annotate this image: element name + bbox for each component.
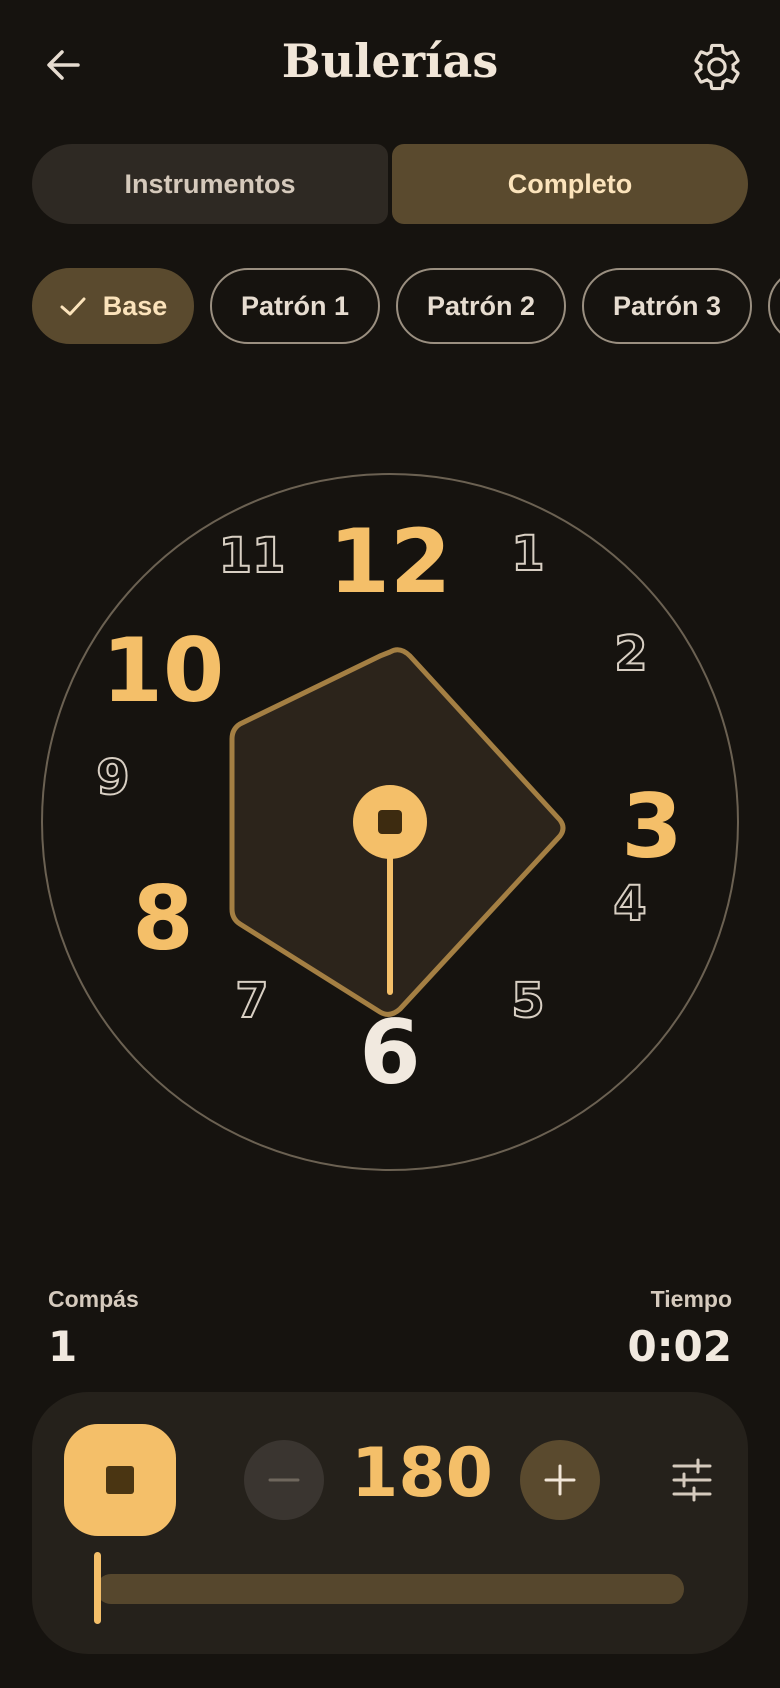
progress-track[interactable]	[96, 1574, 684, 1604]
tab-instrumentos-label: Instrumentos	[124, 168, 296, 199]
increase-tempo-button[interactable]	[520, 1440, 600, 1520]
tab-completo-label: Completo	[507, 168, 633, 199]
stop-icon	[106, 1466, 134, 1494]
compas-clock: 12 1 2 3 4 5 6 7 8 9 10 11	[41, 473, 739, 1171]
chip-patron-2[interactable]: Patrón 2	[396, 268, 566, 344]
page-title: Bulerías	[281, 34, 499, 88]
playback-panel: 180	[32, 1392, 748, 1654]
decrease-tempo-button[interactable]	[244, 1440, 324, 1520]
tune-sliders-icon	[672, 1458, 712, 1502]
tab-completo[interactable]: Completo	[392, 144, 748, 224]
plus-icon	[544, 1464, 576, 1496]
chip-patron-1[interactable]: Patrón 1	[210, 268, 380, 344]
clock-hub-square	[378, 810, 402, 834]
clock-number-12: 12	[329, 510, 451, 613]
tempo-value: 180	[351, 1434, 493, 1513]
progress-handle[interactable]	[94, 1552, 101, 1624]
check-icon	[60, 297, 86, 316]
tiempo-label: Tiempo	[650, 1286, 732, 1312]
gear-icon	[694, 43, 740, 91]
stop-button[interactable]	[64, 1424, 176, 1536]
tune-button[interactable]	[668, 1456, 716, 1504]
chip-next[interactable]	[768, 268, 780, 344]
clock-number-3: 3	[621, 775, 682, 878]
clock-number-9: 9	[96, 750, 129, 806]
clock-number-10: 10	[102, 619, 224, 722]
clock-number-2: 2	[614, 626, 647, 682]
chip-patron-1-label: Patrón 1	[240, 290, 350, 321]
clock-number-7: 7	[235, 973, 268, 1029]
tiempo-value: 0:02	[627, 1322, 732, 1371]
chip-patron-2-label: Patrón 2	[426, 290, 536, 321]
clock-number-1: 1	[511, 526, 544, 582]
chip-base[interactable]: Base	[32, 268, 194, 344]
clock-number-8: 8	[132, 867, 193, 970]
tab-instrumentos[interactable]: Instrumentos	[32, 144, 388, 224]
compas-value: 1	[48, 1322, 78, 1371]
compas-label: Compás	[48, 1286, 139, 1312]
minus-icon	[268, 1478, 300, 1482]
clock-number-6: 6	[359, 1001, 420, 1104]
chip-base-label: Base	[102, 290, 168, 321]
clock-number-11: 11	[219, 528, 286, 584]
pattern-chip-row: Base Patrón 1 Patrón 2 Patrón 3	[32, 268, 780, 348]
clock-number-5: 5	[511, 973, 544, 1029]
top-app-bar: Bulerías	[0, 0, 780, 130]
chip-patron-3-label: Patrón 3	[612, 290, 722, 321]
clock-number-4: 4	[613, 876, 646, 932]
settings-button[interactable]	[690, 40, 744, 94]
chip-patron-3[interactable]: Patrón 3	[582, 268, 752, 344]
